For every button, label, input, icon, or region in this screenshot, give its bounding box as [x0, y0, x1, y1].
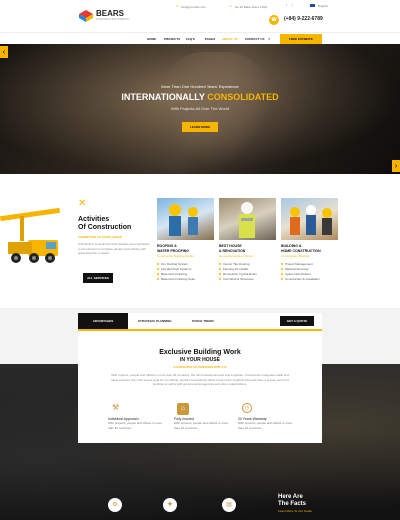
phone-icon: ☎ [269, 15, 279, 25]
facts-title-line2: The Facts [278, 501, 307, 507]
nav-item-projects[interactable]: PROJECTS [164, 37, 180, 41]
tab-strategic-planning[interactable]: STRATEGIC PLANNING [138, 313, 172, 329]
activities-section: ✕ Activities Of Construction COMMITTED T… [0, 174, 400, 308]
service-image [281, 198, 338, 240]
service-title: BEST HOUSE & RENOVATION [219, 244, 276, 254]
facebook-icon[interactable]: f [286, 3, 290, 7]
tab-advantages[interactable]: ADVANTAGES [78, 313, 128, 329]
facts-title-line1: Here Are [278, 494, 303, 500]
tools-icon: ✕ [78, 198, 87, 209]
service-title: ROOFING & WATER PROOFING [157, 244, 214, 254]
service-card[interactable]: ROOFING & WATER PROOFING Commercial Buil… [157, 198, 214, 298]
hero-subtitle: With Projects All Over The World [170, 106, 230, 111]
free-estimate-button[interactable]: FREE ESTIMATE [280, 34, 322, 44]
service-subtitle: Commercial Building Works [157, 254, 194, 258]
feature-item: ⌂ Fully Insured With projects, people an… [174, 403, 230, 431]
work-description: With projects, people and offices in mor… [111, 373, 289, 386]
hammer-icon: ⚒ [112, 403, 120, 412]
hero-slider: More Than One Hundred Years' Experience … [0, 44, 400, 174]
service-subtitle: Construction Building [281, 254, 310, 258]
service-card[interactable]: BEST HOUSE & RENOVATION House Renovation… [219, 198, 276, 298]
twitter-icon[interactable]: t [292, 3, 296, 7]
hero-prev-arrow[interactable]: ‹ [0, 46, 8, 58]
service-title: BUILDING & HOME CONSTRUCTION [281, 244, 338, 254]
activities-title: Activities Of Construction [78, 216, 131, 232]
activities-subtitle: COMMITTED TO EXCELLENCE [78, 235, 123, 239]
get-a-quote-button[interactable]: GET A QUOTE [280, 316, 314, 326]
hero-learn-more-button[interactable]: LEARN MORE [182, 122, 218, 132]
service-bullet: Construction & Installation [281, 277, 338, 282]
hero-title-main: INTERNATIONALLY [121, 92, 205, 102]
work-title-sub: IN YOUR HOUSE [180, 357, 220, 363]
nav-item-faqs[interactable]: FAQ'S [186, 37, 195, 41]
service-bullet: Basement Finishing Suite [157, 277, 214, 282]
feature-item: ◷ 20 Years Warranty With projects, peopl… [238, 403, 298, 431]
feature-text: With projects, people and offices in mor… [238, 421, 293, 430]
service-bullet: Civil Work & Structures [219, 277, 276, 282]
search-icon[interactable]: ⌕ [268, 36, 270, 41]
work-title: Exclusive Building Work [159, 349, 241, 356]
email-text[interactable]: info@yoursite.com [181, 5, 206, 9]
fact-icon: ▤ [222, 498, 236, 512]
fact-icon: ⚙ [108, 498, 122, 512]
brand-tagline: CONSTRUCTION COMPANY [96, 18, 130, 21]
nav-item-contact[interactable]: CONTACT US [245, 37, 264, 41]
service-image [219, 198, 276, 240]
nav-item-about[interactable]: ABOUT US [222, 37, 238, 41]
flag-icon [310, 4, 315, 7]
work-card: Exclusive Building Work IN YOUR HOUSE GU… [78, 331, 322, 443]
phone-number[interactable]: (+84) 9-222-6789 [284, 16, 323, 22]
feature-text: With projects, people and offices in mor… [108, 421, 163, 430]
nav-item-pages[interactable]: PAGES [205, 37, 215, 41]
address-text: No 40 Baria Sreet 133/2 [235, 5, 268, 9]
facts-subtitle: Learn More To Our Goals [278, 509, 312, 513]
nav-item-home[interactable]: HOME [147, 37, 156, 41]
all-services-button[interactable]: ALL SERVICES [83, 273, 113, 283]
email-icon: ✉ [176, 4, 179, 8]
activities-title-line1: Activities [78, 216, 110, 223]
service-image [157, 198, 214, 240]
crane-truck-image [0, 202, 70, 272]
house-icon: ⌂ [177, 403, 189, 415]
fact-icon: ✚ [163, 498, 177, 512]
clock-icon: ◷ [242, 403, 252, 413]
feature-text: With projects, people and offices in mor… [174, 421, 229, 430]
header: BEARS CONSTRUCTION COMPANY ✉ info@yoursi… [0, 0, 400, 32]
activities-description: Architecture consults the best designs a… [78, 242, 150, 255]
logo-icon[interactable] [79, 9, 93, 22]
language-select[interactable]: English [318, 4, 328, 8]
brand-name[interactable]: BEARS [96, 9, 124, 18]
hero-title-accent: CONSOLIDATED [207, 92, 279, 102]
location-icon: ● [230, 4, 232, 8]
activities-title-line2: Of Construction [78, 224, 132, 231]
nav-bar: HOME PROJECTS FAQ'S PAGES ABOUT US CONTA… [0, 32, 400, 44]
facts-title: Here Are The Facts [278, 494, 306, 508]
hero-title: INTERNATIONALLY CONSOLIDATED [0, 92, 400, 102]
feature-item: ⚒ Individual Approach With projects, peo… [108, 403, 164, 431]
tab-stock-trend[interactable]: STOCK TREND [192, 313, 214, 329]
hero-kicker: More Than One Hundred Years' Experience [161, 84, 239, 89]
work-subtitle: GUARANTEE OF WORKING WITH US [173, 365, 227, 369]
service-subtitle: House Renovation Works [219, 254, 253, 258]
hero-next-arrow[interactable]: › [392, 160, 400, 172]
tabs-bar: ADVANTAGES STRATEGIC PLANNING STOCK TREN… [78, 313, 322, 329]
service-card[interactable]: BUILDING & HOME CONSTRUCTION Constructio… [281, 198, 338, 298]
